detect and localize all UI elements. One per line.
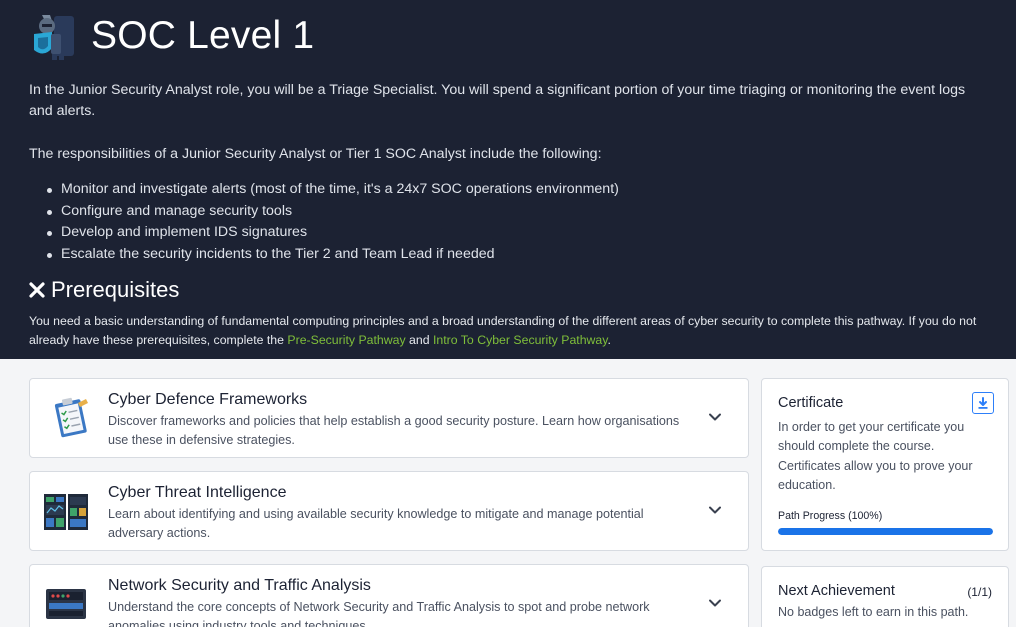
path-header: SOC Level 1 In the Junior Security Analy…: [0, 0, 1016, 359]
network-device-icon: [46, 589, 86, 619]
prerequisites-text: You need a basic understanding of fundam…: [29, 312, 999, 350]
chevron-down-icon[interactable]: [708, 503, 722, 517]
achievement-title: Next Achievement: [778, 583, 895, 599]
certificate-title: Certificate: [778, 395, 844, 411]
path-intro: In the Junior Security Analyst role, you…: [29, 82, 966, 119]
prerequisites-title: Prerequisites: [51, 277, 180, 302]
list-item: Escalate the security incidents to the T…: [47, 244, 619, 266]
download-certificate-button[interactable]: [972, 392, 994, 414]
path-progress-bar: [778, 528, 993, 535]
download-icon: [978, 397, 988, 409]
next-achievement-card: Next Achievement (1/1) No badges left to…: [761, 566, 1009, 627]
prerequisites-text-part: and: [405, 333, 433, 347]
pre-security-pathway-link[interactable]: Pre-Security Pathway: [287, 333, 405, 347]
achievement-count: (1/1): [967, 585, 992, 599]
intro-cyber-security-pathway-link[interactable]: Intro To Cyber Security Pathway: [433, 333, 608, 347]
responsibilities-list: Monitor and investigate alerts (most of …: [47, 179, 619, 266]
certificate-text: In order to get your certificate you sho…: [778, 420, 973, 492]
module-description: Understand the core concepts of Network …: [108, 600, 650, 627]
responsibilities-intro: The responsibilities of a Junior Securit…: [29, 146, 602, 162]
module-card-network-security-traffic-analysis[interactable]: Network Security and Traffic Analysis Un…: [29, 564, 749, 627]
module-title: Cyber Defence Frameworks: [108, 391, 308, 408]
knight-shield-logo-icon: [34, 15, 74, 60]
path-progress-fill: [778, 528, 993, 535]
module-description: Discover frameworks and policies that he…: [108, 414, 680, 447]
module-title: Network Security and Traffic Analysis: [108, 577, 371, 594]
list-item: Configure and manage security tools: [47, 201, 619, 223]
module-card-cyber-threat-intelligence[interactable]: Cyber Threat Intelligence Learn about id…: [29, 471, 749, 551]
achievement-text: No badges left to earn in this path.: [778, 605, 969, 619]
module-description: Learn about identifying and using availa…: [108, 507, 644, 540]
page-title: SOC Level 1: [91, 14, 315, 57]
prerequisites-text-part: .: [607, 333, 611, 347]
list-item: Monitor and investigate alerts (most of …: [47, 179, 619, 201]
path-progress-label: Path Progress (100%): [778, 510, 883, 522]
clipboard-checklist-icon: [54, 397, 88, 438]
certificate-card: Certificate In order to get your certifi…: [761, 378, 1009, 551]
chevron-down-icon[interactable]: [708, 410, 722, 424]
chevron-down-icon[interactable]: [708, 596, 722, 610]
module-card-cyber-defence-frameworks[interactable]: Cyber Defence Frameworks Discover framew…: [29, 378, 749, 458]
module-title: Cyber Threat Intelligence: [108, 484, 287, 501]
threat-dashboard-icon: [44, 494, 88, 530]
close-x-icon: [29, 282, 45, 298]
list-item: Develop and implement IDS signatures: [47, 222, 619, 244]
prerequisites-heading: Prerequisites: [29, 277, 179, 303]
